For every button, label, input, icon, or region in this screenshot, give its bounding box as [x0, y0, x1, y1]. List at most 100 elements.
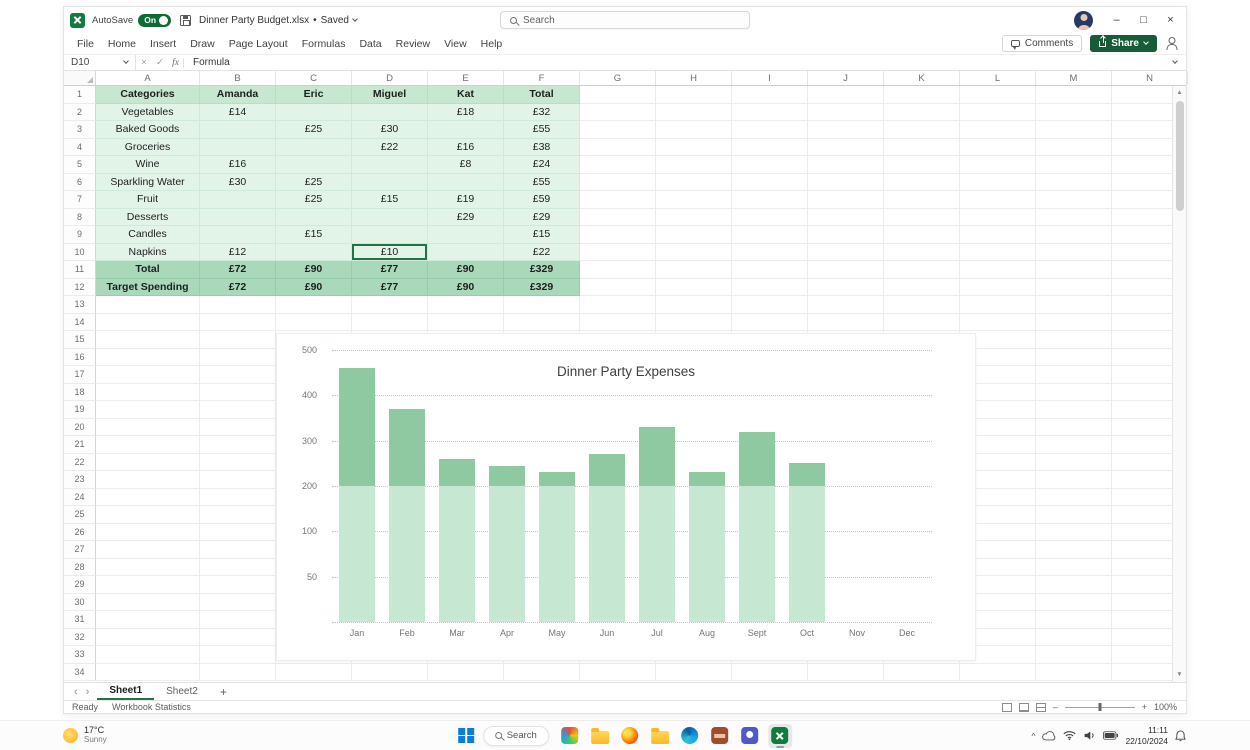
cell-A34[interactable]: [96, 664, 200, 682]
cell-E34[interactable]: [428, 664, 504, 682]
cell-C13[interactable]: [276, 296, 352, 314]
cell-K12[interactable]: [884, 279, 960, 297]
start-button[interactable]: [458, 728, 474, 744]
row-header-14[interactable]: 14: [64, 314, 96, 332]
cell-B9[interactable]: [200, 226, 276, 244]
cell-D11[interactable]: £77: [352, 261, 428, 279]
normal-view-icon[interactable]: [1002, 703, 1012, 712]
cell-M3[interactable]: [1036, 121, 1112, 139]
cell-B23[interactable]: [200, 471, 276, 489]
cell-G1[interactable]: [580, 86, 656, 104]
row-header-30[interactable]: 30: [64, 594, 96, 612]
cell-A31[interactable]: [96, 611, 200, 629]
cell-J7[interactable]: [808, 191, 884, 209]
cell-C34[interactable]: [276, 664, 352, 682]
cell-B24[interactable]: [200, 489, 276, 507]
cell-J13[interactable]: [808, 296, 884, 314]
cell-M14[interactable]: [1036, 314, 1112, 332]
cell-M23[interactable]: [1036, 471, 1112, 489]
cell-D8[interactable]: [352, 209, 428, 227]
cell-G8[interactable]: [580, 209, 656, 227]
document-title[interactable]: Dinner Party Budget.xlsx • Saved: [199, 15, 357, 26]
row-header-1[interactable]: 1: [64, 86, 96, 104]
row-header-13[interactable]: 13: [64, 296, 96, 314]
cell-F14[interactable]: [504, 314, 580, 332]
sheet-tab-sheet2[interactable]: Sheet2: [154, 683, 210, 700]
cell-A5[interactable]: Wine: [96, 156, 200, 174]
cell-K34[interactable]: [884, 664, 960, 682]
cell-A28[interactable]: [96, 559, 200, 577]
file-explorer-icon[interactable]: [588, 724, 612, 748]
cell-A6[interactable]: Sparkling Water: [96, 174, 200, 192]
cell-F2[interactable]: £32: [504, 104, 580, 122]
cell-A20[interactable]: [96, 419, 200, 437]
cell-F10[interactable]: £22: [504, 244, 580, 262]
row-header-18[interactable]: 18: [64, 384, 96, 402]
cell-E8[interactable]: £29: [428, 209, 504, 227]
column-header-I[interactable]: I: [732, 71, 808, 85]
scroll-up-icon[interactable]: ▲: [1176, 88, 1182, 98]
cell-H8[interactable]: [656, 209, 732, 227]
column-header-J[interactable]: J: [808, 71, 884, 85]
cell-K7[interactable]: [884, 191, 960, 209]
cell-D5[interactable]: [352, 156, 428, 174]
cell-J2[interactable]: [808, 104, 884, 122]
column-header-H[interactable]: H: [656, 71, 732, 85]
cell-B31[interactable]: [200, 611, 276, 629]
cell-I7[interactable]: [732, 191, 808, 209]
cell-G7[interactable]: [580, 191, 656, 209]
cell-G13[interactable]: [580, 296, 656, 314]
cell-E4[interactable]: £16: [428, 139, 504, 157]
row-header-31[interactable]: 31: [64, 611, 96, 629]
cell-F8[interactable]: £29: [504, 209, 580, 227]
cell-A13[interactable]: [96, 296, 200, 314]
cell-E7[interactable]: £19: [428, 191, 504, 209]
cell-C2[interactable]: [276, 104, 352, 122]
row-header-34[interactable]: 34: [64, 664, 96, 682]
cell-A17[interactable]: [96, 366, 200, 384]
cell-B27[interactable]: [200, 541, 276, 559]
cell-I11[interactable]: [732, 261, 808, 279]
minimize-button[interactable]: –: [1103, 8, 1130, 32]
cell-A14[interactable]: [96, 314, 200, 332]
cell-J11[interactable]: [808, 261, 884, 279]
cell-A9[interactable]: Candles: [96, 226, 200, 244]
cell-K6[interactable]: [884, 174, 960, 192]
row-header-10[interactable]: 10: [64, 244, 96, 262]
cell-G12[interactable]: [580, 279, 656, 297]
cell-D1[interactable]: Miguel: [352, 86, 428, 104]
cell-B2[interactable]: £14: [200, 104, 276, 122]
cell-E10[interactable]: [428, 244, 504, 262]
cell-F9[interactable]: £15: [504, 226, 580, 244]
row-header-7[interactable]: 7: [64, 191, 96, 209]
cell-H34[interactable]: [656, 664, 732, 682]
cell-A19[interactable]: [96, 401, 200, 419]
menu-item-home[interactable]: Home: [101, 38, 143, 50]
column-header-D[interactable]: D: [352, 71, 428, 85]
battery-icon[interactable]: [1103, 731, 1118, 740]
prev-sheet-icon[interactable]: ‹: [70, 686, 82, 698]
cell-D10[interactable]: £10: [352, 244, 428, 262]
maximize-button[interactable]: □: [1130, 8, 1157, 32]
menu-item-draw[interactable]: Draw: [183, 38, 222, 50]
row-header-5[interactable]: 5: [64, 156, 96, 174]
cell-B26[interactable]: [200, 524, 276, 542]
cell-D7[interactable]: £15: [352, 191, 428, 209]
row-header-29[interactable]: 29: [64, 576, 96, 594]
cell-C10[interactable]: [276, 244, 352, 262]
cell-B3[interactable]: [200, 121, 276, 139]
cell-B4[interactable]: [200, 139, 276, 157]
row-header-20[interactable]: 20: [64, 419, 96, 437]
cell-M17[interactable]: [1036, 366, 1112, 384]
cell-I8[interactable]: [732, 209, 808, 227]
cell-M7[interactable]: [1036, 191, 1112, 209]
row-header-8[interactable]: 8: [64, 209, 96, 227]
cell-B18[interactable]: [200, 384, 276, 402]
cell-M16[interactable]: [1036, 349, 1112, 367]
cell-A23[interactable]: [96, 471, 200, 489]
cell-E3[interactable]: [428, 121, 504, 139]
cell-H4[interactable]: [656, 139, 732, 157]
cell-J12[interactable]: [808, 279, 884, 297]
cell-A21[interactable]: [96, 436, 200, 454]
cell-A12[interactable]: Target Spending: [96, 279, 200, 297]
